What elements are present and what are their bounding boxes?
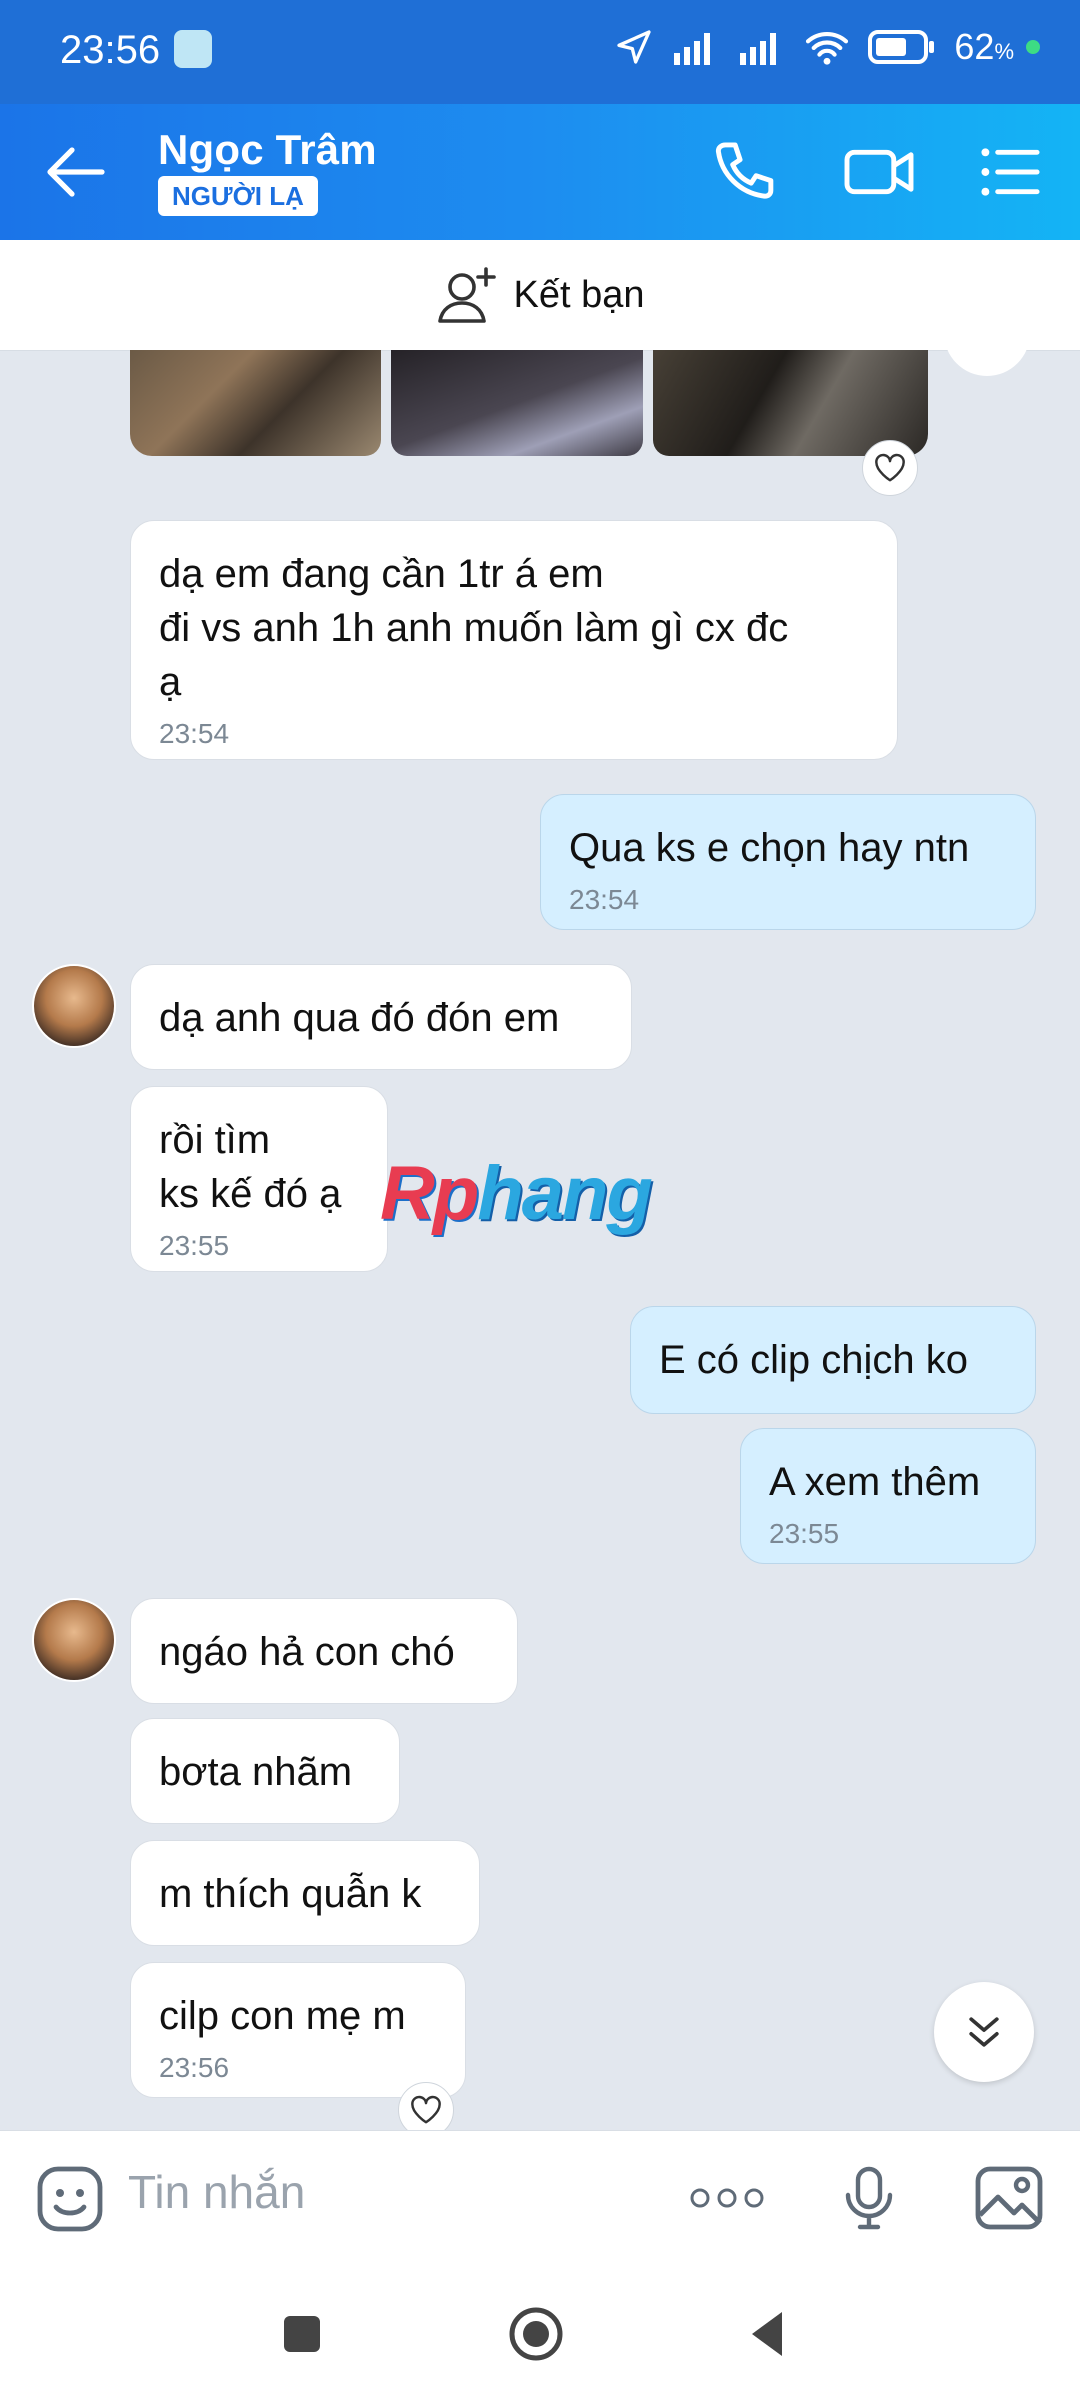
contact-name[interactable]: Ngọc Trâm — [158, 126, 377, 174]
signal-icon — [674, 33, 711, 65]
home-circle-icon — [509, 2307, 563, 2361]
message-text: ks kế đó ạ — [159, 1172, 342, 1216]
watermark-logo: Rphang — [380, 1150, 653, 1237]
message-bubble[interactable]: rồi tìm ks kế đó ạ 23:55 — [130, 1086, 388, 1272]
status-time: 23:56 — [60, 28, 161, 72]
more-dots-icon — [690, 2188, 764, 2208]
scroll-to-bottom-button[interactable] — [934, 1982, 1034, 2082]
message-text: A xem thêm — [769, 1460, 981, 1504]
message-text: rồi tìm — [159, 1118, 271, 1162]
message-text: đi vs anh 1h anh muốn làm gì cx đc — [159, 606, 789, 650]
message-time: 23:56 — [159, 2052, 230, 2083]
message-text: bơta nhãm — [159, 1750, 353, 1794]
call-button[interactable] — [710, 140, 780, 204]
avatar[interactable] — [32, 964, 116, 1048]
options-button[interactable] — [978, 140, 1048, 204]
watermark-part: Rp — [380, 1151, 479, 1236]
message-text: dạ anh qua đó đón em — [159, 996, 560, 1040]
heart-icon — [411, 2095, 441, 2124]
message-bubble[interactable]: m thích quẫn k — [130, 1840, 480, 1946]
message-bubble[interactable]: bơta nhãm — [130, 1718, 400, 1824]
status-icons: 62% — [614, 26, 1040, 68]
message-time: 23:54 — [569, 884, 640, 915]
image-icon — [975, 2166, 1043, 2230]
back-nav-button[interactable] — [738, 2304, 798, 2364]
app-notification-icon — [174, 30, 212, 68]
home-button[interactable] — [506, 2304, 566, 2364]
message-input[interactable]: Tin nhắn — [128, 2165, 305, 2219]
message-time: 23:54 — [159, 718, 230, 749]
message-text: ngáo hả con chó — [159, 1630, 455, 1674]
message-text: Qua ks e chọn hay ntn — [569, 826, 970, 870]
phone-icon — [715, 142, 774, 199]
photo-group[interactable] — [130, 350, 929, 456]
add-friend-label: Kết bạn — [513, 273, 645, 316]
message-bubble[interactable]: dạ anh qua đó đón em — [130, 964, 632, 1070]
message-bubble[interactable]: A xem thêm 23:55 — [740, 1428, 1036, 1564]
message-composer: Tin nhắn — [0, 2130, 1080, 2265]
triangle-back-icon — [752, 2312, 782, 2356]
wifi-icon — [806, 31, 849, 65]
more-options-button[interactable] — [688, 2183, 766, 2213]
square-icon — [284, 2316, 320, 2352]
location-icon — [617, 30, 652, 64]
photo-thumbnail[interactable] — [130, 350, 382, 456]
reaction-button[interactable] — [944, 330, 1030, 376]
avatar[interactable] — [32, 1598, 116, 1682]
double-chevron-down-icon — [969, 2017, 999, 2047]
list-menu-icon — [981, 148, 1040, 196]
sticker-icon — [37, 2166, 103, 2232]
sticker-button[interactable] — [36, 2165, 104, 2233]
message-bubble[interactable]: Qua ks e chọn hay ntn 23:54 — [540, 794, 1036, 930]
heart-icon — [875, 453, 905, 482]
message-bubble[interactable]: dạ em đang cần 1tr á em đi vs anh 1h anh… — [130, 520, 898, 760]
message-text: m thích quẫn k — [159, 1872, 422, 1916]
message-text: cilp con mẹ m — [159, 1994, 406, 2038]
voice-message-button[interactable] — [842, 2165, 896, 2231]
video-call-button[interactable] — [842, 140, 914, 204]
microphone-icon — [845, 2166, 893, 2230]
message-bubble[interactable]: E có clip chịch ko — [630, 1306, 1036, 1414]
battery-level: 62% — [954, 26, 1014, 67]
back-button[interactable] — [44, 144, 108, 200]
active-dot — [1026, 40, 1040, 54]
message-time: 23:55 — [769, 1518, 840, 1549]
message-text: E có clip chịch ko — [659, 1338, 969, 1382]
message-bubble[interactable]: ngáo hả con chó — [130, 1598, 518, 1704]
stranger-badge: NGƯỜI LẠ — [158, 176, 318, 216]
arrow-left-icon — [47, 147, 105, 197]
signal-icon — [740, 33, 777, 65]
message-text: ạ — [159, 660, 182, 704]
video-camera-icon — [844, 149, 914, 195]
add-friend-bar[interactable]: Kết bạn — [0, 240, 1080, 351]
gallery-button[interactable] — [974, 2165, 1044, 2231]
battery-icon — [868, 30, 935, 64]
chat-header: Ngọc Trâm NGƯỜI LẠ — [0, 104, 1080, 240]
like-button[interactable] — [862, 440, 918, 496]
message-time: 23:55 — [159, 1230, 230, 1261]
add-friend-icon — [437, 267, 496, 323]
message-bubble[interactable]: cilp con mẹ m 23:56 — [130, 1962, 466, 2098]
status-bar: 23:56 62% — [0, 0, 1080, 104]
photo-thumbnail[interactable] — [391, 350, 643, 456]
watermark-part: hang — [477, 1151, 653, 1236]
message-text: dạ em đang cần 1tr á em — [159, 552, 604, 596]
recents-button[interactable] — [272, 2304, 332, 2364]
system-nav-bar — [0, 2264, 1080, 2400]
